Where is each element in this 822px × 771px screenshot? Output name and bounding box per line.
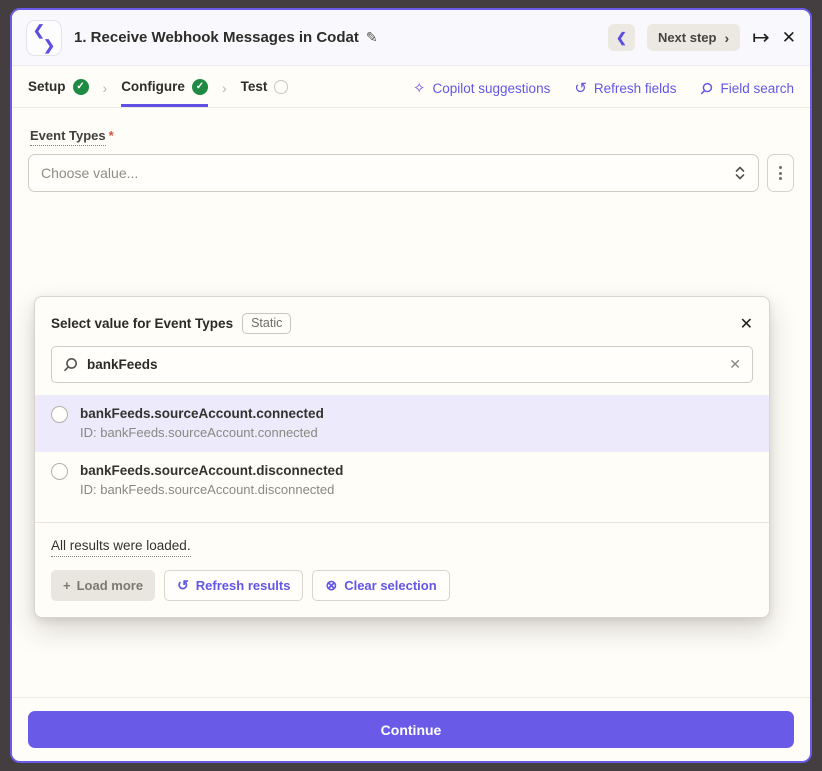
field-toolbar: ✧ Copilot suggestions ↺ Refresh fields F… <box>413 66 794 107</box>
chevron-right-icon: › <box>724 30 729 46</box>
field-options-menu-button[interactable] <box>767 154 794 192</box>
tab-setup[interactable]: Setup ✓ <box>28 66 89 107</box>
kebab-icon <box>779 166 782 169</box>
collapse-panel-button[interactable]: ↦ <box>752 27 770 48</box>
search-icon <box>700 82 713 95</box>
tab-configure-label: Configure <box>121 79 185 94</box>
refresh-icon: ↺ <box>177 578 189 592</box>
clear-selection-label: Clear selection <box>344 578 437 593</box>
next-step-button[interactable]: Next step › <box>647 24 740 51</box>
configure-form: Event Types * Choose value... Select val… <box>12 108 810 697</box>
event-types-field-label-row: Event Types * <box>30 128 794 146</box>
chevron-left-icon: ❮ <box>616 30 627 46</box>
step-header: ❮ ❯ 1. Receive Webhook Messages in Codat… <box>12 10 810 66</box>
logo-chevron-right-icon: ❯ <box>43 37 55 54</box>
tab-setup-label: Setup <box>28 79 66 94</box>
step-tabs: Setup ✓ › Configure ✓ › Test ✧ Copilot s… <box>12 66 810 108</box>
option-label: bankFeeds.sourceAccount.disconnected <box>80 461 343 481</box>
field-search-label: Field search <box>720 81 794 96</box>
panel-footer: Continue <box>12 697 810 761</box>
clear-search-button[interactable]: ✕ <box>729 356 741 373</box>
copilot-suggestions-label: Copilot suggestions <box>433 81 551 96</box>
tab-configure[interactable]: Configure ✓ <box>121 66 208 107</box>
results-status: All results were loaded. <box>51 538 191 557</box>
previous-step-button[interactable]: ❮ <box>608 24 635 51</box>
modal-footer: All results were loaded. + Load more ↺ R… <box>35 522 769 617</box>
collapse-panel-icon: ↦ <box>752 27 770 48</box>
radio-unselected-icon[interactable] <box>51 406 68 423</box>
select-placeholder: Choose value... <box>41 165 734 181</box>
required-marker: * <box>109 128 114 143</box>
test-incomplete-icon <box>274 80 288 94</box>
option-row[interactable]: bankFeeds.sourceAccount.disconnected ID:… <box>35 452 769 509</box>
select-value-modal: Select value for Event Types Static ✕ ✕ … <box>34 296 770 618</box>
event-types-label: Event Types <box>30 128 106 146</box>
option-search-input[interactable] <box>87 357 720 372</box>
load-more-label: Load more <box>77 578 143 593</box>
close-icon: ✕ <box>740 316 753 333</box>
refresh-results-button[interactable]: ↺ Refresh results <box>164 570 303 601</box>
refresh-icon: ↺ <box>574 81 587 96</box>
load-more-button[interactable]: + Load more <box>51 570 155 601</box>
tab-test[interactable]: Test <box>241 66 289 107</box>
radio-unselected-icon[interactable] <box>51 463 68 480</box>
tab-separator-icon: › <box>103 66 108 107</box>
step-editor-panel: ❮ ❯ 1. Receive Webhook Messages in Codat… <box>10 8 812 763</box>
modal-close-button[interactable]: ✕ <box>740 314 753 334</box>
plus-icon: + <box>63 578 71 593</box>
modal-header: Select value for Event Types Static ✕ <box>35 297 769 346</box>
event-types-select[interactable]: Choose value... <box>28 154 759 192</box>
step-title: 1. Receive Webhook Messages in Codat <box>74 29 359 46</box>
select-caret-icon <box>734 165 746 181</box>
close-panel-button[interactable]: ✕ <box>782 29 796 46</box>
refresh-fields-link[interactable]: ↺ Refresh fields <box>574 78 676 96</box>
next-step-label: Next step <box>658 30 717 45</box>
configure-complete-icon: ✓ <box>192 79 208 95</box>
close-icon: ✕ <box>729 356 741 372</box>
tab-separator-icon: › <box>222 66 227 107</box>
close-icon: ✕ <box>782 29 796 46</box>
setup-complete-icon: ✓ <box>73 79 89 95</box>
copilot-suggestions-link[interactable]: ✧ Copilot suggestions <box>413 78 550 96</box>
static-badge: Static <box>242 313 291 334</box>
option-label: bankFeeds.sourceAccount.connected <box>80 404 324 424</box>
field-search-link[interactable]: Field search <box>700 78 794 96</box>
modal-title: Select value for Event Types <box>51 316 233 331</box>
refresh-results-label: Refresh results <box>196 578 291 593</box>
modal-footer-buttons: + Load more ↺ Refresh results ⊗ Clear se… <box>51 570 753 601</box>
option-id: ID: bankFeeds.sourceAccount.connected <box>80 424 324 443</box>
edit-title-icon[interactable]: ✎ <box>366 29 378 46</box>
option-row[interactable]: bankFeeds.sourceAccount.connected ID: ba… <box>35 395 769 452</box>
option-list: bankFeeds.sourceAccount.connected ID: ba… <box>35 395 769 510</box>
search-icon <box>63 357 78 372</box>
option-id: ID: bankFeeds.sourceAccount.disconnected <box>80 481 343 500</box>
clear-circle-icon: ⊗ <box>325 578 337 592</box>
continue-button[interactable]: Continue <box>28 711 794 748</box>
codat-app-icon: ❮ ❯ <box>26 20 62 56</box>
tab-test-label: Test <box>241 79 268 94</box>
header-actions: ❮ Next step › ↦ ✕ <box>608 24 796 51</box>
event-types-field-row: Choose value... <box>28 154 794 192</box>
sparkle-icon: ✧ <box>413 81 426 96</box>
clear-selection-button[interactable]: ⊗ Clear selection <box>312 570 449 601</box>
option-search: ✕ <box>51 346 753 383</box>
refresh-fields-label: Refresh fields <box>594 81 677 96</box>
